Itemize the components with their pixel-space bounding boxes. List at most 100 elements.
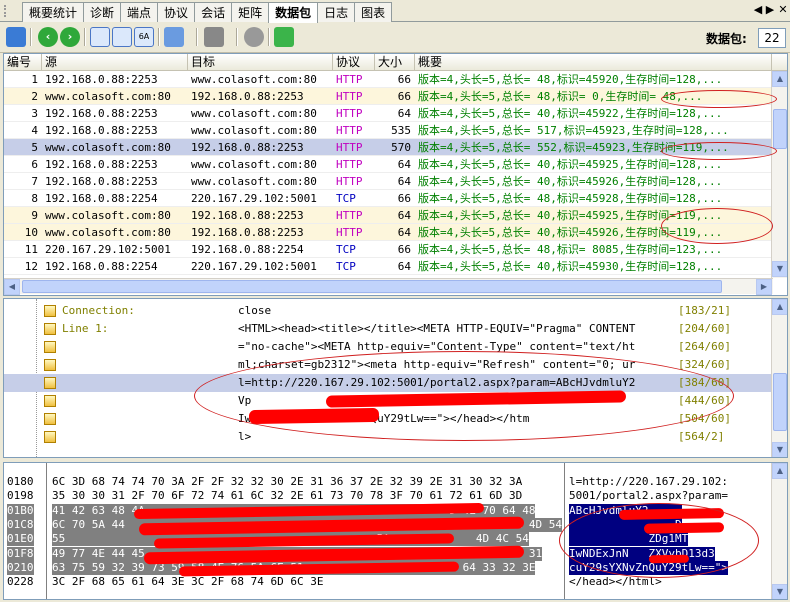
cell-no: 5: [31, 141, 38, 154]
scroll-down-icon[interactable]: ▼: [772, 442, 787, 457]
hscroll-thumb[interactable]: [22, 280, 722, 293]
table-row[interactable]: 1 192.168.0.88:2253 www.colasoft.com:80 HTT…: [4, 71, 772, 88]
packet-count-label: 数据包:: [706, 32, 747, 46]
table-row[interactable]: 4 192.168.0.88:2253 www.colasoft.com:80 HTT…: [4, 122, 772, 139]
scroll-up-icon[interactable]: ▲: [772, 71, 787, 87]
hex-row[interactable]: 0180 6C 3D 68 74 74 70 3A 2F 2F 32 32 30 …: [4, 475, 774, 489]
view-hex-icon[interactable]: 6A: [134, 27, 154, 47]
toolbar-separator: [236, 28, 238, 46]
scroll-down-icon[interactable]: ▼: [772, 261, 787, 277]
view-detail-icon[interactable]: [112, 27, 132, 47]
hex-vscroll[interactable]: ▲ ▼: [771, 463, 787, 599]
hex-bytes: 3C 2F 68 65 61 64 3E 3C 2F 68 74 6D 6C 3…: [52, 575, 324, 589]
cell-source: www.colasoft.com:80: [45, 90, 171, 103]
cell-summary: 版本=4,头长=5,总长= 40,标识=45930,生存时间=128,...: [418, 260, 723, 273]
detail-row[interactable]: Connection: close [183/21]: [4, 302, 772, 320]
detail-field-offset: [204/60]: [678, 322, 731, 335]
cell-size: 64: [397, 260, 411, 273]
scroll-up-icon[interactable]: ▲: [772, 299, 787, 315]
toolbar-separator: [268, 28, 270, 46]
cell-size: 66: [397, 192, 411, 205]
cell-source: 192.168.0.88:2253: [45, 175, 158, 188]
cell-no: 8: [31, 192, 38, 205]
tab-5[interactable]: 矩阵: [231, 2, 270, 22]
tab-1[interactable]: 诊断: [83, 2, 122, 22]
hex-offset: 01C8: [7, 517, 34, 532]
grid-icon[interactable]: [6, 27, 26, 47]
tab-8[interactable]: 图表: [354, 2, 393, 22]
tools-icon[interactable]: [204, 27, 224, 47]
tab-4[interactable]: 会话: [194, 2, 233, 22]
packet-list-hscroll[interactable]: ◀ ▶: [4, 278, 773, 295]
filter-icon[interactable]: [164, 27, 184, 47]
cell-protocol: HTTP: [336, 226, 363, 239]
column-header-protocol[interactable]: 协议: [333, 54, 375, 70]
column-header-no[interactable]: 编号: [4, 54, 42, 70]
cell-protocol: TCP: [336, 260, 356, 273]
cell-no: 2: [31, 90, 38, 103]
detail-field-value: close: [238, 304, 272, 317]
cell-destination: 220.167.29.102:5001: [191, 192, 317, 205]
cell-source: 192.168.0.88:2253: [45, 124, 158, 137]
cell-source: 192.168.0.88:2254: [45, 260, 158, 273]
table-row[interactable]: 9 www.colasoft.com:80 192.168.0.88:2253 HTT…: [4, 207, 772, 224]
column-header-size[interactable]: 大小: [375, 54, 415, 70]
field-icon: [44, 341, 56, 353]
hex-offset: 01B0: [7, 503, 34, 518]
column-header-summary[interactable]: 概要: [415, 54, 772, 70]
cell-size: 64: [397, 158, 411, 171]
tab-6[interactable]: 数据包: [268, 2, 319, 23]
cell-no: 9: [31, 209, 38, 222]
detail-field-offset: [183/21]: [678, 304, 731, 317]
tab-3[interactable]: 协议: [157, 2, 196, 22]
back-icon[interactable]: ‹: [38, 27, 58, 47]
column-header-source[interactable]: 源: [42, 54, 188, 70]
table-row[interactable]: 2 www.colasoft.com:80 192.168.0.88:2253 HTT…: [4, 88, 772, 105]
table-row[interactable]: 12 192.168.0.88:2254 220.167.29.102:5001 TC…: [4, 258, 772, 275]
cell-no: 11: [24, 243, 38, 256]
close-icon[interactable]: ✕: [777, 3, 789, 16]
view-list-icon[interactable]: [90, 27, 110, 47]
field-icon: [44, 395, 56, 407]
table-row[interactable]: 8 192.168.0.88:2254 220.167.29.102:5001 TCP…: [4, 190, 772, 207]
field-icon: [44, 377, 56, 389]
table-row[interactable]: 5 www.colasoft.com:80 192.168.0.88:2253 HTT…: [4, 139, 772, 156]
column-header-destination[interactable]: 目标: [188, 54, 333, 70]
tab-left-icon[interactable]: ◀: [752, 3, 764, 16]
cell-size: 64: [397, 226, 411, 239]
cell-destination: 192.168.0.88:2253: [191, 90, 304, 103]
cell-size: 64: [397, 107, 411, 120]
annotation-circle: [194, 351, 734, 441]
detail-row[interactable]: Line 1: <HTML><head><title></title><META …: [4, 320, 772, 338]
forward-icon[interactable]: ›: [60, 27, 80, 47]
detail-vscroll[interactable]: ▲ ▼: [771, 299, 787, 457]
table-row[interactable]: 3 192.168.0.88:2253 www.colasoft.com:80 HTT…: [4, 105, 772, 122]
scroll-right-icon[interactable]: ▶: [756, 279, 772, 295]
hex-ascii: 5001/portal2.aspx?param=: [569, 489, 728, 503]
tab-2[interactable]: 端点: [120, 2, 159, 22]
table-row[interactable]: 11 220.167.29.102:5001 192.168.0.88:2254 TC…: [4, 241, 772, 258]
cell-size: 64: [397, 175, 411, 188]
scroll-up-icon[interactable]: ▲: [772, 463, 787, 479]
field-icon: [44, 359, 56, 371]
decode-icon[interactable]: [244, 27, 264, 47]
scroll-thumb[interactable]: [773, 373, 787, 431]
annotation-circle: [661, 208, 773, 244]
cell-destination: 220.167.29.102:5001: [191, 260, 317, 273]
hex-offset: 0180: [7, 475, 34, 488]
hex-ascii: l=http://220.167.29.102:: [569, 475, 728, 488]
table-row[interactable]: 10 www.colasoft.com:80 192.168.0.88:2253 HT…: [4, 224, 772, 241]
tab-right-icon[interactable]: ▶: [764, 3, 776, 16]
tab-7[interactable]: 日志: [317, 2, 356, 22]
table-row[interactable]: 6 192.168.0.88:2253 www.colasoft.com:80 HTT…: [4, 156, 772, 173]
toolbar: ‹ › 6A: [0, 23, 790, 53]
tab-0[interactable]: 概要统计: [22, 2, 85, 22]
cell-source: 220.167.29.102:5001: [45, 243, 171, 256]
scroll-left-icon[interactable]: ◀: [4, 279, 20, 295]
refresh-icon[interactable]: [274, 27, 294, 47]
scroll-down-icon[interactable]: ▼: [772, 584, 787, 599]
hex-row[interactable]: 0198 35 30 30 31 2F 70 6F 72 74 61 6C 32 …: [4, 489, 774, 503]
scroll-thumb[interactable]: [773, 109, 787, 149]
cell-size: 535: [391, 124, 411, 137]
table-row[interactable]: 7 192.168.0.88:2253 www.colasoft.com:80 HTT…: [4, 173, 772, 190]
